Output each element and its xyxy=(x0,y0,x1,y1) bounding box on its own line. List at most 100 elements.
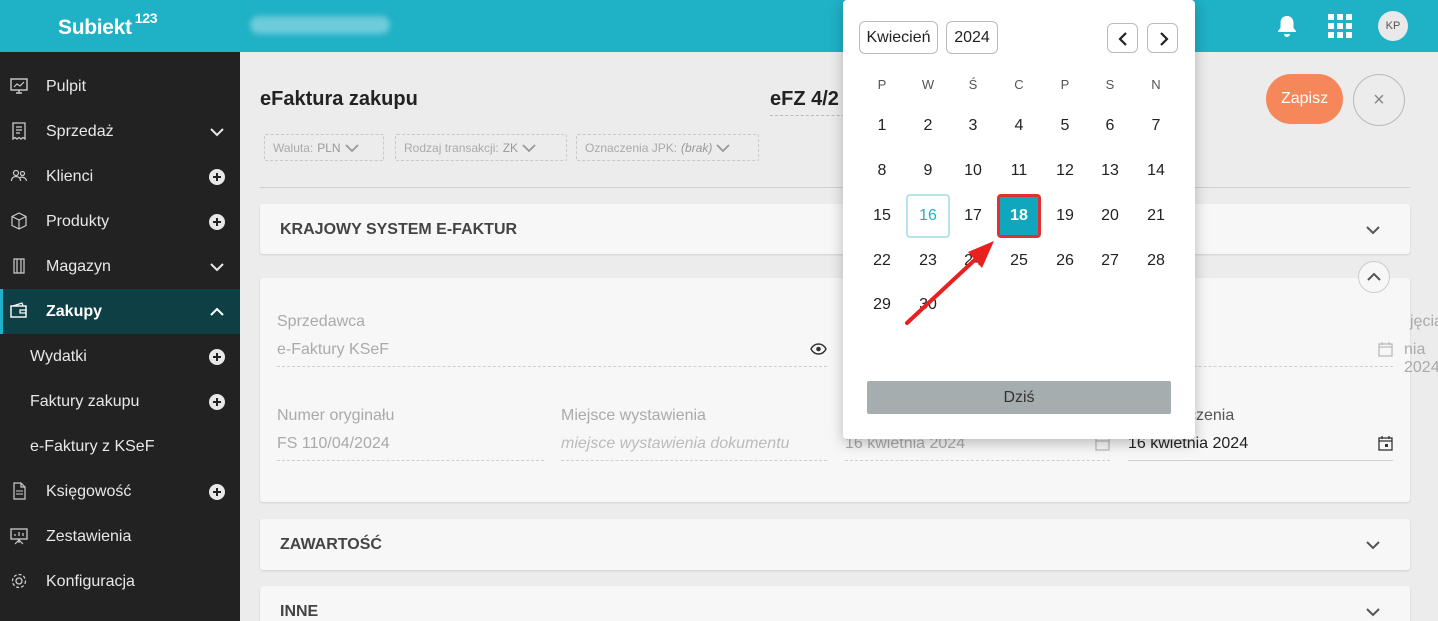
chip-label: Oznaczenia JPK: xyxy=(585,140,678,155)
collapse-section-button[interactable] xyxy=(1358,261,1390,293)
year-select[interactable]: 2024 xyxy=(946,21,998,54)
day-cell[interactable]: 14 xyxy=(1134,149,1178,193)
chevron-down-icon[interactable] xyxy=(1366,538,1380,552)
close-button[interactable]: × xyxy=(1353,74,1405,126)
sidebar-item-e-faktury-ksef[interactable]: e-Faktury z KSeF xyxy=(0,424,240,469)
day-cell[interactable]: 26 xyxy=(1043,239,1087,283)
day-cell[interactable]: 5 xyxy=(1043,104,1087,148)
transaction-type-chip[interactable]: Rodzaj transakcji: ZK xyxy=(395,134,567,161)
day-cell[interactable]: 29 xyxy=(860,283,904,327)
currency-chip[interactable]: Waluta: PLN xyxy=(264,134,384,161)
sidebar-item-label: Faktury zakupu xyxy=(30,392,140,410)
weekday-label: P xyxy=(877,77,887,92)
calendar-icon[interactable] xyxy=(1378,435,1393,451)
logo-text: Subiekt xyxy=(58,16,132,39)
apps-grid-icon[interactable] xyxy=(1328,14,1352,38)
day-cell-selected[interactable]: 18 xyxy=(997,194,1041,238)
sidebar-item-zakupy[interactable]: Zakupy xyxy=(0,289,240,334)
day-cell[interactable]: 21 xyxy=(1134,194,1178,238)
add-product-icon[interactable] xyxy=(209,214,225,230)
day-cell[interactable]: 1 xyxy=(860,104,904,148)
company-name-blurred[interactable] xyxy=(250,16,390,34)
day-cell[interactable]: 15 xyxy=(860,194,904,238)
sidebar-item-label: Księgowość xyxy=(46,482,132,500)
chip-value: (brak) xyxy=(681,140,713,155)
day-cell[interactable]: 4 xyxy=(997,104,1041,148)
day-cell[interactable]: 2 xyxy=(906,104,950,148)
add-accounting-icon[interactable] xyxy=(209,484,225,500)
next-month-button[interactable] xyxy=(1147,23,1178,53)
jpk-marking-chip[interactable]: Oznaczenia JPK: (brak) xyxy=(576,134,759,161)
chevron-left-icon xyxy=(1118,32,1127,46)
seller-field-line[interactable] xyxy=(277,366,827,367)
sidebar-item-magazyn[interactable]: Magazyn xyxy=(0,244,240,289)
sidebar-item-faktury-zakupu[interactable]: Faktury zakupu xyxy=(0,379,240,424)
day-cell[interactable]: 28 xyxy=(1134,239,1178,283)
day-cell[interactable]: 20 xyxy=(1088,194,1132,238)
original-number-field-line[interactable] xyxy=(277,460,544,461)
day-cell[interactable]: 10 xyxy=(951,149,995,193)
day-cell[interactable]: 13 xyxy=(1088,149,1132,193)
delivery-date-field-line[interactable] xyxy=(1128,460,1393,461)
section-title: KRAJOWY SYSTEM E-FAKTUR xyxy=(280,221,518,238)
chevron-down-icon xyxy=(522,143,536,152)
day-cell[interactable]: 30 xyxy=(906,283,950,327)
calendar-icon[interactable] xyxy=(1378,341,1393,357)
day-cell[interactable]: 9 xyxy=(906,149,950,193)
chevron-down-icon[interactable] xyxy=(1366,605,1380,619)
sidebar-item-label: Konfiguracja xyxy=(46,572,135,590)
sidebar-item-label: Klienci xyxy=(46,167,94,185)
today-button[interactable]: Dziś xyxy=(867,381,1171,414)
chevron-down-icon xyxy=(344,143,359,152)
save-button[interactable]: Zapisz xyxy=(1266,74,1343,124)
sidebar-item-wydatki[interactable]: Wydatki xyxy=(0,334,240,379)
day-cell[interactable]: 6 xyxy=(1088,104,1132,148)
chevron-down-icon xyxy=(210,263,224,272)
app-logo[interactable]: Subiekt 123 xyxy=(58,10,158,40)
gear-icon xyxy=(11,573,27,589)
day-cell[interactable]: 3 xyxy=(951,104,995,148)
sidebar-item-pulpit[interactable]: Pulpit xyxy=(0,64,240,109)
ksef-section[interactable]: KRAJOWY SYSTEM E-FAKTUR xyxy=(260,204,1410,254)
chevron-down-icon xyxy=(716,143,731,152)
day-cell[interactable]: 11 xyxy=(997,149,1041,193)
day-cell[interactable]: 22 xyxy=(860,239,904,283)
header-divider xyxy=(260,187,1410,188)
sidebar-item-produkty[interactable]: Produkty xyxy=(0,199,240,244)
content-section[interactable]: ZAWARTOŚĆ xyxy=(260,519,1410,570)
sidebar-item-klienci[interactable]: Klienci xyxy=(0,154,240,199)
chevron-down-icon[interactable] xyxy=(1366,223,1380,237)
month-select[interactable]: Kwiecień xyxy=(859,21,938,54)
sidebar-item-label: Zakupy xyxy=(46,302,103,320)
day-cell[interactable]: 8 xyxy=(860,149,904,193)
day-cell[interactable]: 25 xyxy=(997,239,1041,283)
day-cell[interactable]: 17 xyxy=(951,194,995,238)
day-cell[interactable]: 19 xyxy=(1043,194,1087,238)
chip-label: Rodzaj transakcji: xyxy=(404,140,499,155)
day-cell[interactable]: 24 xyxy=(951,239,995,283)
day-cell[interactable]: 23 xyxy=(906,239,950,283)
add-client-icon[interactable] xyxy=(209,169,225,185)
day-cell[interactable]: 27 xyxy=(1088,239,1132,283)
user-avatar[interactable]: KP xyxy=(1378,11,1408,41)
sidebar-item-konfiguracja[interactable]: Konfiguracja xyxy=(0,559,240,604)
place-of-issue-input[interactable]: miejsce wystawienia dokumentu xyxy=(561,435,790,453)
other-section[interactable]: INNE xyxy=(260,586,1410,621)
day-cell[interactable]: 12 xyxy=(1043,149,1087,193)
eye-icon[interactable] xyxy=(810,343,827,355)
day-cell-today[interactable]: 16 xyxy=(906,194,950,238)
bell-icon[interactable] xyxy=(1276,14,1298,38)
place-of-issue-field-line[interactable] xyxy=(561,460,827,461)
issue-date-field-line[interactable] xyxy=(845,460,1110,461)
day-cell[interactable]: 7 xyxy=(1134,104,1178,148)
sidebar-item-zestawienia[interactable]: Zestawienia xyxy=(0,514,240,559)
add-expense-icon[interactable] xyxy=(209,349,225,365)
weekday-label: S xyxy=(1105,77,1115,92)
sidebar-item-sprzedaz[interactable]: Sprzedaż xyxy=(0,109,240,154)
prev-month-button[interactable] xyxy=(1107,23,1138,53)
chevron-up-icon xyxy=(210,307,224,316)
dashboard-icon xyxy=(10,78,28,94)
place-of-issue-label: Miejsce wystawienia xyxy=(561,407,706,424)
add-purchase-invoice-icon[interactable] xyxy=(209,394,225,410)
sidebar-item-ksiegowosc[interactable]: Księgowość xyxy=(0,469,240,514)
